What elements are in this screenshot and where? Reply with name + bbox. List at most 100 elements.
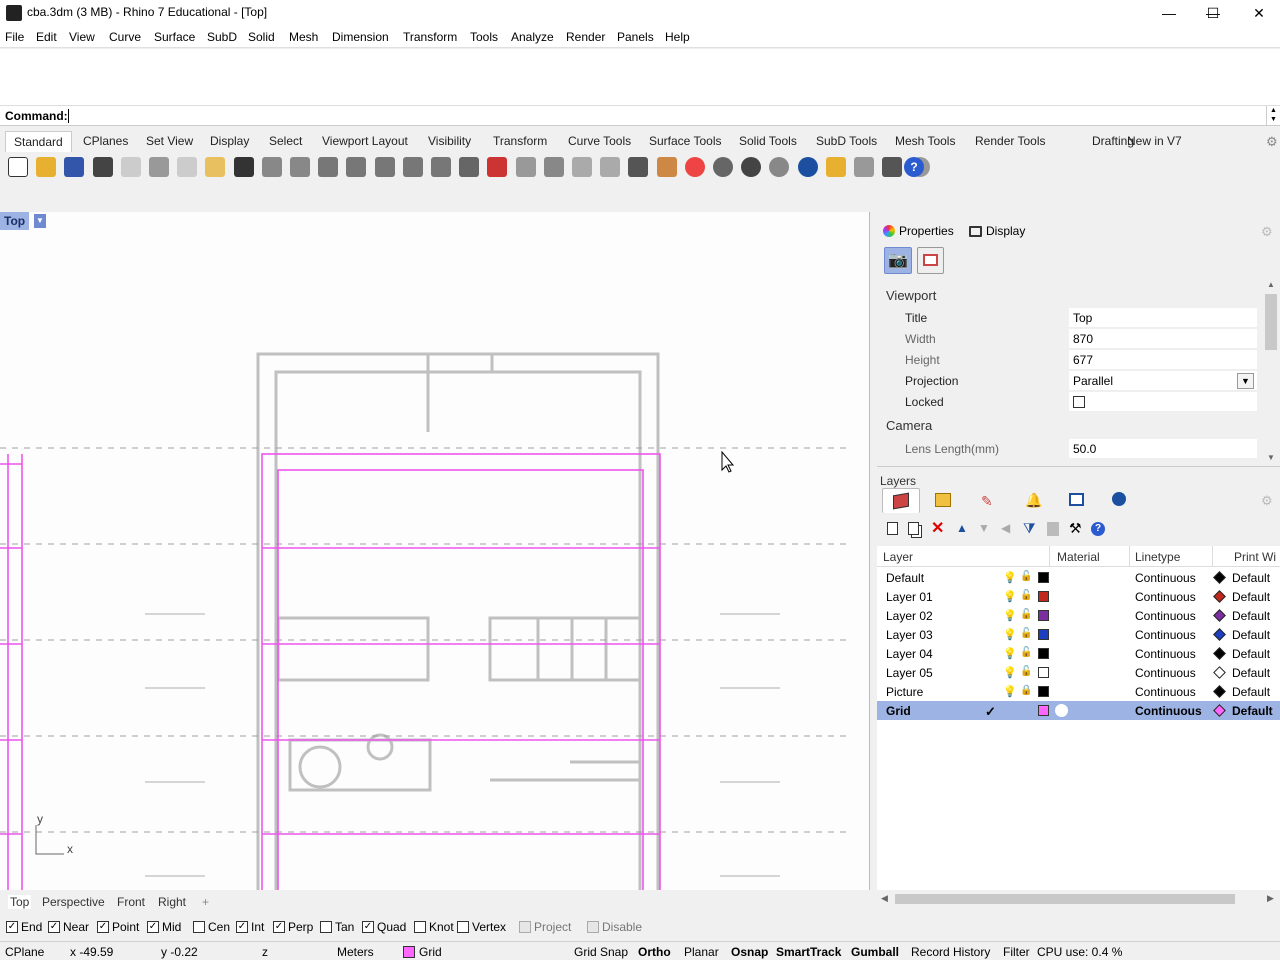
osnap-int-checkbox[interactable]: ✓	[236, 921, 248, 933]
viewport-tab-top[interactable]: Top	[8, 895, 32, 909]
layer-name[interactable]: Grid	[886, 704, 911, 718]
layer-print-width[interactable]: Default	[1232, 685, 1270, 699]
close-button[interactable]: ✕	[1236, 0, 1280, 26]
osnap-toggle[interactable]: Osnap	[731, 945, 768, 959]
layer-row[interactable]: Layer 04 💡 🔓 Continuous Default	[877, 644, 1280, 663]
help-icon[interactable]: ?	[1091, 522, 1105, 536]
layer-row[interactable]: Layer 01 💡 🔓 Continuous Default	[877, 587, 1280, 606]
filter-toggle[interactable]: Filter	[1003, 945, 1030, 959]
layer-row[interactable]: Default 💡 🔓 Continuous Default	[877, 568, 1280, 587]
sphere-icon[interactable]	[797, 157, 818, 177]
osnap-mid[interactable]: ✓ Mid	[147, 920, 181, 934]
ortho-toggle[interactable]: Ortho	[638, 945, 671, 959]
bell-icon[interactable]: 🔔	[1025, 492, 1042, 509]
layer-linetype[interactable]: Continuous	[1135, 666, 1196, 680]
zoom-selected-icon[interactable]	[402, 157, 423, 177]
light-icon[interactable]	[600, 157, 621, 177]
osnap-mid-checkbox[interactable]: ✓	[147, 921, 159, 933]
viewport-menu-dropdown-icon[interactable]: ▼	[34, 214, 46, 228]
gear-icon[interactable]: ⚙	[1266, 134, 1278, 150]
menu-edit[interactable]: Edit	[36, 30, 57, 44]
layer-linetype[interactable]: Continuous	[1135, 685, 1196, 699]
gumball-toggle[interactable]: Gumball	[851, 945, 899, 959]
osnap-project[interactable]: Project	[519, 920, 571, 934]
lock-open-icon[interactable]: 🔓	[1020, 609, 1032, 620]
layer-linetype[interactable]: Continuous	[1135, 609, 1196, 623]
lock-open-icon[interactable]: 🔓	[1020, 571, 1032, 582]
osnap-vertex-checkbox[interactable]	[457, 921, 469, 933]
osnap-perp-checkbox[interactable]: ✓	[273, 921, 285, 933]
projection-select[interactable]: Parallel	[1069, 371, 1257, 391]
toolbar-tab-cplanes[interactable]: CPlanes	[83, 134, 128, 148]
command-spinner[interactable]: ▲ ▼	[1266, 106, 1280, 126]
osnap-int[interactable]: ✓ Int	[236, 920, 264, 934]
layer-color-swatch[interactable]	[1038, 648, 1049, 659]
menu-mesh[interactable]: Mesh	[289, 30, 318, 44]
lock-open-icon[interactable]: 🔓	[1020, 628, 1032, 639]
layer-color-swatch[interactable]	[1038, 629, 1049, 640]
layer-name[interactable]: Picture	[886, 685, 923, 699]
layer-row[interactable]: Grid ✓ Continuous Default	[877, 701, 1280, 720]
toolbar-tab-mesh-tools[interactable]: Mesh Tools	[895, 134, 955, 148]
layer-color-swatch[interactable]	[1038, 705, 1049, 716]
menu-subd[interactable]: SubD	[207, 30, 237, 44]
osnap-near-checkbox[interactable]: ✓	[48, 921, 60, 933]
osnap-project-checkbox[interactable]	[519, 921, 531, 933]
delete-icon[interactable]: ✕	[931, 518, 944, 538]
rotate-icon[interactable]	[290, 157, 310, 177]
layer-row[interactable]: Layer 02 💡 🔓 Continuous Default	[877, 606, 1280, 625]
layer-print-width[interactable]: Default	[1232, 590, 1270, 604]
smarttrack-toggle[interactable]: SmartTrack	[776, 945, 841, 959]
cplane-icon[interactable]	[515, 157, 536, 177]
cursor-select-icon[interactable]	[825, 157, 846, 177]
new-icon[interactable]	[8, 157, 28, 177]
toolbar-tab-solid-tools[interactable]: Solid Tools	[739, 134, 797, 148]
menu-solid[interactable]: Solid	[248, 30, 275, 44]
menu-view[interactable]: View	[69, 30, 95, 44]
menu-curve[interactable]: Curve	[109, 30, 141, 44]
rotate-view-icon[interactable]	[431, 157, 451, 177]
tab-properties[interactable]: Properties	[883, 224, 954, 238]
viewport-title[interactable]: Top	[0, 212, 30, 230]
layer-print-width[interactable]: Default	[1232, 571, 1270, 585]
layer-name[interactable]: Layer 03	[886, 628, 933, 642]
panel-gear-icon[interactable]: ⚙	[1261, 224, 1273, 240]
toolbar-tab-surface-tools[interactable]: Surface Tools	[649, 134, 722, 148]
add-viewport-tab-icon[interactable]: +	[202, 895, 209, 909]
toolbar-tab-visibility[interactable]: Visibility	[428, 134, 471, 148]
layer-name[interactable]: Layer 01	[886, 590, 933, 604]
planar-toggle[interactable]: Planar	[684, 945, 719, 959]
osnap-near[interactable]: ✓ Near	[48, 920, 89, 934]
grid-snap-toggle[interactable]: Grid Snap	[574, 945, 628, 959]
material-sphere-icon[interactable]	[1055, 704, 1068, 717]
header-layer[interactable]: Layer	[883, 550, 913, 564]
layer-color-swatch[interactable]	[1038, 667, 1049, 678]
filter-icon[interactable]: ⧩	[1023, 520, 1036, 537]
print-color-diamond-icon[interactable]	[1213, 685, 1226, 698]
osnap-vertex[interactable]: Vertex	[457, 920, 506, 934]
osnap-knot[interactable]: Knot	[414, 920, 454, 934]
layer-icon[interactable]	[656, 157, 677, 177]
brush-icon[interactable]: ✎	[981, 493, 993, 510]
menu-dimension[interactable]: Dimension	[332, 30, 389, 44]
open-icon[interactable]	[36, 157, 57, 177]
osnap-quad-checkbox[interactable]: ✓	[362, 921, 374, 933]
command-line[interactable]: Command: ▲ ▼	[0, 106, 1280, 126]
move-up-icon[interactable]: ▲	[956, 521, 968, 535]
material-icon[interactable]	[713, 157, 733, 177]
locked-checkbox[interactable]	[1073, 396, 1085, 408]
viewport-tab-right[interactable]: Right	[158, 895, 186, 909]
menu-file[interactable]: File	[5, 30, 24, 44]
layers-scrollbar[interactable]: ◀ ▶	[877, 891, 1280, 907]
osnap-end[interactable]: ✓ End	[6, 920, 42, 934]
osnap-quad[interactable]: ✓ Quad	[362, 920, 406, 934]
print-icon[interactable]	[92, 157, 113, 177]
undo-icon[interactable]	[233, 157, 254, 177]
layer-linetype[interactable]: Continuous	[1135, 628, 1196, 642]
import-icon[interactable]	[120, 157, 141, 177]
folder-icon[interactable]	[935, 493, 951, 507]
toolbar-help-icon[interactable]: ?	[904, 157, 924, 177]
cut-icon[interactable]	[149, 157, 169, 177]
menu-analyze[interactable]: Analyze	[511, 30, 554, 44]
toolbar-tab-select[interactable]: Select	[269, 134, 302, 148]
